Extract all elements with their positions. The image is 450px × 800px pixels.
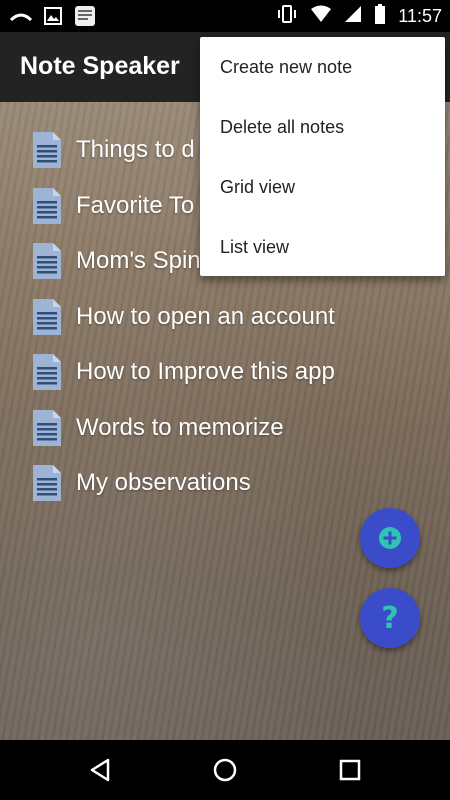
- document-icon: [33, 465, 61, 501]
- note-item[interactable]: How to Improve this app: [32, 352, 335, 392]
- note-item[interactable]: Words to memorize: [32, 408, 284, 448]
- note-title: Things to d: [76, 136, 195, 163]
- help-icon: ?: [381, 600, 399, 636]
- wifi-icon: [310, 5, 332, 28]
- note-title: How to open an account: [76, 303, 335, 330]
- menu-item-grid-view[interactable]: Grid view: [200, 157, 445, 217]
- document-icon: [33, 243, 61, 279]
- navigation-bar: [0, 740, 450, 800]
- note-item[interactable]: Favorite To: [32, 186, 194, 226]
- note-title: My observations: [76, 469, 251, 496]
- note-title: Mom's Spin: [76, 247, 201, 274]
- document-icon: [33, 188, 61, 224]
- note-title: Favorite To: [76, 192, 195, 219]
- document-icon: [33, 354, 61, 390]
- status-bar: 11:57: [0, 0, 450, 32]
- cast-icon: [9, 8, 33, 29]
- bible-app-icon: [74, 5, 96, 32]
- menu-item-label: Delete all notes: [220, 116, 345, 137]
- status-time: 11:57: [398, 6, 442, 26]
- note-item[interactable]: Mom's Spin: [32, 241, 201, 281]
- menu-item-delete-all-notes[interactable]: Delete all notes: [200, 97, 445, 157]
- vibrate-icon: [276, 4, 298, 29]
- note-title: Words to memorize: [76, 414, 284, 441]
- back-icon[interactable]: [86, 756, 114, 784]
- cellular-signal-icon: [344, 5, 362, 28]
- menu-item-list-view[interactable]: List view: [200, 217, 445, 277]
- menu-item-label: Grid view: [220, 176, 296, 197]
- menu-item-label: Create new note: [220, 56, 353, 77]
- add-circle-icon: [379, 527, 401, 549]
- recents-icon[interactable]: [336, 756, 364, 784]
- help-button[interactable]: ?: [360, 588, 420, 648]
- note-item[interactable]: Things to d: [32, 130, 195, 170]
- note-item[interactable]: How to open an account: [32, 297, 335, 337]
- note-item[interactable]: My observations: [32, 463, 251, 503]
- app-title: Note Speaker: [20, 52, 180, 80]
- add-note-button[interactable]: [360, 508, 420, 568]
- note-title: How to Improve this app: [76, 358, 335, 385]
- document-icon: [33, 410, 61, 446]
- overflow-menu: Create new note Delete all notes Grid vi…: [200, 37, 445, 276]
- menu-item-create-new-note[interactable]: Create new note: [200, 37, 445, 97]
- image-icon: [44, 7, 62, 30]
- document-icon: [33, 299, 61, 335]
- home-icon[interactable]: [211, 756, 239, 784]
- menu-item-label: List view: [220, 236, 290, 257]
- document-icon: [33, 132, 61, 168]
- battery-icon: [374, 4, 386, 29]
